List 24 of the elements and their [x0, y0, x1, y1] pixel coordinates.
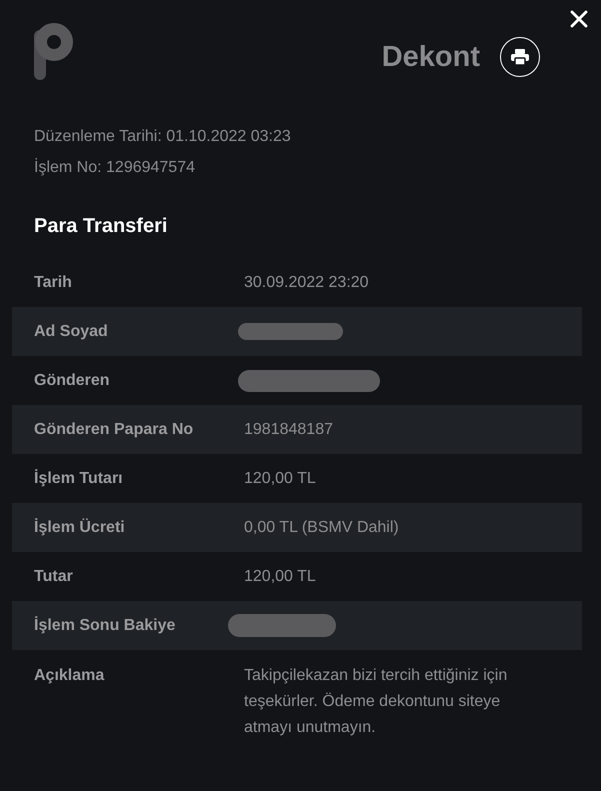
detail-value: 1981848187: [244, 420, 333, 440]
detail-label: Gönderen Papara No: [33, 420, 194, 440]
detail-value: Takipçilekazan bizi tercih ettiğiniz için teşekürler. Ödeme dekontunu siteye atmayı unutmayın.: [244, 666, 508, 738]
detail-label: İşlem Tutarı: [33, 468, 123, 488]
detail-value: 30.09.2022 23:20: [244, 272, 369, 292]
meta-text: İşlem No: 1296947574: [34, 157, 195, 178]
detail-label: İşlem Sonu Bakiye: [33, 615, 176, 636]
printer-icon: [511, 49, 529, 65]
detail-value: 120,00 TL: [244, 566, 316, 586]
detail-value: 120,00 TL: [244, 468, 316, 488]
section-title: Para Transferi: [34, 214, 168, 239]
print-button[interactable]: [500, 37, 540, 77]
detail-value: 0,00 TL (BSMV Dahil): [244, 518, 399, 538]
close-icon: [570, 10, 588, 28]
detail-label: Tarih: [33, 272, 72, 292]
detail-label: Gönderen: [33, 370, 110, 390]
close-button[interactable]: [569, 9, 589, 29]
detail-label: Tutar: [33, 566, 73, 586]
receipt-title: Dekont: [382, 40, 480, 74]
logo-icon: [33, 22, 73, 80]
detail-label: Ad Soyad: [33, 322, 108, 342]
detail-label: İşlem Ücreti: [33, 517, 125, 538]
detail-label: Açıklama: [33, 666, 104, 686]
meta-text: Düzenleme Tarihi: 01.10.2022 03:23: [34, 127, 291, 147]
